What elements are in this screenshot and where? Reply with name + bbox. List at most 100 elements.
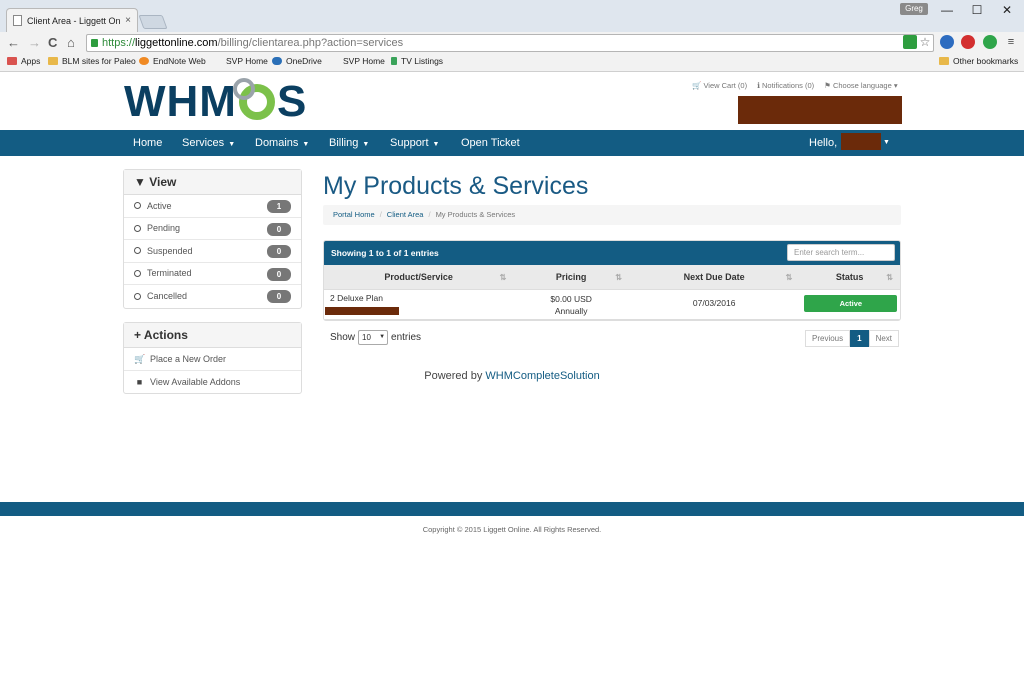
caret-down-icon: ▼ xyxy=(432,141,440,148)
minimize-button[interactable]: — xyxy=(932,2,962,18)
breadcrumb-separator: / xyxy=(428,210,431,219)
breadcrumb-current: My Products & Services xyxy=(435,210,516,219)
address-bar[interactable]: https://liggettonline.com/billing/client… xyxy=(86,34,934,52)
profile-badge[interactable]: Greg xyxy=(900,3,928,15)
logo-text: S xyxy=(276,77,308,126)
bookmarks-bar: Apps BLM sites for Paleo EndNote Web SVP… xyxy=(0,54,1024,71)
sort-icon: ⇅ xyxy=(615,273,622,282)
menu-icon[interactable]: ≡ xyxy=(1004,35,1018,49)
evernote-icon[interactable] xyxy=(983,35,997,49)
forward-button[interactable]: → xyxy=(28,35,41,51)
powered-link[interactable]: WHMCompleteSolution xyxy=(485,370,599,382)
bookmark-onedrive[interactable]: OneDrive xyxy=(272,56,322,66)
maximize-button[interactable]: ☐ xyxy=(962,2,992,18)
nav-open-ticket[interactable]: Open Ticket xyxy=(461,130,520,156)
bookmark-blm[interactable]: BLM sites for Paleo xyxy=(48,56,136,66)
bookmark-tv-listings[interactable]: TV Listings xyxy=(391,56,443,66)
entries-select[interactable]: 10 xyxy=(358,330,389,345)
star-icon[interactable]: ☆ xyxy=(918,35,932,49)
count-badge: 0 xyxy=(267,245,291,258)
table-row[interactable]: 2 Deluxe Plan $0.00 USD Annually 07/03/2… xyxy=(324,290,900,320)
breadcrumb: Portal Home / Client Area / My Products & Se… xyxy=(323,205,901,225)
view-cart-link[interactable]: 🛒 View Cart (0) xyxy=(692,81,747,90)
redacted-block xyxy=(738,96,902,124)
back-button[interactable]: ← xyxy=(7,35,20,51)
bookmark-endnote[interactable]: EndNote Web xyxy=(139,56,206,66)
folder-icon xyxy=(939,57,949,65)
filter-pending[interactable]: Pending 0 xyxy=(124,218,301,240)
radio-icon xyxy=(134,247,141,255)
filter-terminated[interactable]: Terminated 0 xyxy=(124,263,301,285)
filter-suspended[interactable]: Suspended 0 xyxy=(124,240,301,263)
cart-icon: 🛒 xyxy=(134,353,146,364)
entries-info: Showing 1 to 1 of 1 entries xyxy=(331,248,439,258)
nav-billing[interactable]: Billing ▼ xyxy=(329,130,369,156)
extension-icon[interactable] xyxy=(903,35,917,49)
home-button[interactable]: ⌂ xyxy=(67,35,75,51)
nav-home[interactable]: Home xyxy=(133,130,162,156)
filter-label: Suspended xyxy=(147,245,193,256)
price-value: $0.00 USD xyxy=(550,294,592,304)
bookmark-label: Other bookmarks xyxy=(953,56,1019,66)
status-badge[interactable]: Active xyxy=(804,295,898,312)
reload-button[interactable]: C xyxy=(48,35,57,51)
filter-cancelled[interactable]: Cancelled 0 xyxy=(124,285,301,308)
column-product[interactable]: Product/Service ⇅ xyxy=(324,265,513,289)
url-host: liggettonline.com xyxy=(135,37,218,49)
close-tab-icon[interactable]: × xyxy=(125,15,131,26)
bookmark-apps[interactable]: Apps xyxy=(7,56,40,66)
browser-tab[interactable]: Client Area - Liggett Onlin × xyxy=(6,8,138,32)
previous-page-button[interactable]: Previous xyxy=(805,330,851,347)
tab-strip: Client Area - Liggett Onlin × Greg — ☐ ✕ xyxy=(0,0,1024,32)
notifications-link[interactable]: ℹ Notifications (0) xyxy=(757,81,814,90)
page-icon xyxy=(13,15,22,26)
nav-domains[interactable]: Domains ▼ xyxy=(255,130,309,156)
view-panel-header: ▼ View xyxy=(124,170,301,195)
powered-by: Powered by WHMCompleteSolution xyxy=(0,370,1024,382)
hello-label: Hello, xyxy=(809,137,838,149)
view-panel-title: View xyxy=(149,175,177,189)
filter-active[interactable]: Active 1 xyxy=(124,195,301,218)
apps-grid-icon xyxy=(7,57,17,65)
search-input[interactable]: Enter search term... xyxy=(787,244,895,261)
actions-panel: + Actions 🛒 Place a New Order ■ View Avail… xyxy=(123,322,302,394)
redacted-name xyxy=(841,133,881,150)
nav-services[interactable]: Services ▼ xyxy=(182,130,235,156)
browser-chrome: Client Area - Liggett Onlin × Greg — ☐ ✕… xyxy=(0,0,1024,72)
breadcrumb-separator: / xyxy=(379,210,382,219)
web-page: WHM S 🛒 View Cart (0) ℹ Notifications (0)… xyxy=(0,72,1024,695)
page-1-button[interactable]: 1 xyxy=(850,330,869,347)
nav-support[interactable]: Support ▼ xyxy=(390,130,439,156)
lock-icon xyxy=(91,39,98,47)
bookmark-label: Apps xyxy=(21,56,41,66)
whmcs-logo[interactable]: WHM S xyxy=(124,77,308,126)
page-length-control: Show 10 entries xyxy=(330,330,421,345)
place-new-order-link[interactable]: 🛒 Place a New Order xyxy=(124,348,301,371)
breadcrumb-client-area[interactable]: Client Area xyxy=(387,210,424,219)
skype-icon[interactable] xyxy=(940,35,954,49)
action-label: Place a New Order xyxy=(150,353,227,364)
bookmark-label: BLM sites for Paleo xyxy=(62,56,136,66)
other-bookmarks[interactable]: Other bookmarks xyxy=(939,56,1018,66)
new-tab-button[interactable] xyxy=(138,15,168,29)
column-due-date[interactable]: Next Due Date ⇅ xyxy=(629,265,799,289)
column-pricing[interactable]: Pricing ⇅ xyxy=(513,265,629,289)
language-selector[interactable]: ⚑ Choose language ▾ xyxy=(824,81,898,90)
caret-down-icon: ▼ xyxy=(228,141,236,148)
breadcrumb-portal-home[interactable]: Portal Home xyxy=(333,210,375,219)
nav-account[interactable]: Hello, xyxy=(809,130,837,156)
close-window-button[interactable]: ✕ xyxy=(992,2,1022,18)
language-icon: ⚑ xyxy=(824,81,831,90)
column-status[interactable]: Status ⇅ xyxy=(799,265,900,289)
cloud-icon xyxy=(272,57,282,65)
next-page-button[interactable]: Next xyxy=(868,330,900,347)
bookmark-svp-home-2[interactable]: SVP Home xyxy=(343,56,385,66)
bookmark-svp-home-1[interactable]: SVP Home xyxy=(226,56,268,66)
url-scheme: https:// xyxy=(102,37,136,49)
filter-label: Pending xyxy=(147,223,181,234)
caret-down-icon[interactable]: ▼ xyxy=(883,130,890,156)
count-badge: 0 xyxy=(267,267,291,281)
adblock-icon[interactable] xyxy=(961,35,975,49)
nav-label: Services xyxy=(182,137,225,149)
filter-label: Terminated xyxy=(147,268,192,279)
